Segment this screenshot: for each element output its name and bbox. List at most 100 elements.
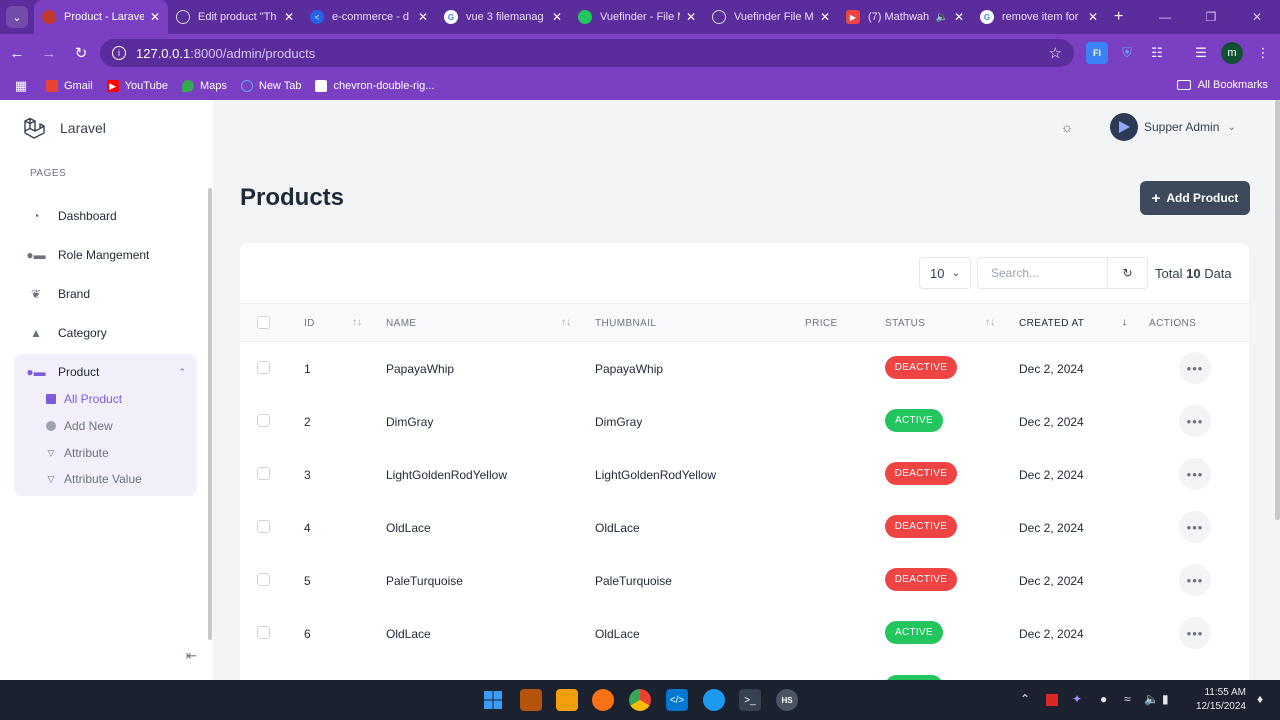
row-checkbox[interactable]	[257, 361, 270, 374]
select-all-checkbox[interactable]	[257, 316, 270, 329]
column-header-status[interactable]: STATUS	[885, 318, 925, 329]
tray-app-icon[interactable]	[1046, 694, 1058, 706]
windows-start-icon[interactable]	[482, 689, 504, 711]
all-bookmarks[interactable]: All Bookmarks	[1176, 79, 1268, 91]
sort-icon[interactable]: ↑↓	[985, 317, 995, 328]
forward-arrow-icon[interactable]: →	[34, 38, 64, 68]
sidebar-subitem-attribute-value[interactable]: ▽ Attribute Value	[46, 468, 142, 490]
per-page-select[interactable]: 10 ⌄	[919, 257, 971, 289]
sidebar-item-role-management[interactable]: ●▬ Role Mangement	[20, 239, 196, 271]
speaker-icon[interactable]: 🔈	[935, 12, 947, 23]
browser-tab-6[interactable]: Vuefinder File M ✕	[704, 0, 838, 34]
reload-icon[interactable]: ↻	[66, 38, 96, 68]
notification-bell-icon[interactable]: ♦	[1257, 692, 1263, 706]
browser-tab-7[interactable]: ▶ (7) Mathwah 🔈 ✕	[838, 0, 972, 34]
close-tab-icon[interactable]: ✕	[418, 10, 428, 24]
user-menu[interactable]: Supper Admin ⌄	[1110, 113, 1236, 141]
browser-tab-4[interactable]: G vue 3 filemanag ✕	[436, 0, 570, 34]
minimize-icon[interactable]: —	[1142, 0, 1188, 34]
firefox-icon[interactable]	[592, 689, 614, 711]
sidebar-scrollbar[interactable]	[208, 188, 212, 640]
browser-tab-8[interactable]: G remove item for ✕	[972, 0, 1106, 34]
row-checkbox[interactable]	[257, 626, 270, 639]
sidebar-subitem-add-new[interactable]: Add New	[46, 415, 113, 437]
browser-tab-2[interactable]: Edit product "Th ✕	[168, 0, 302, 34]
bookmark-gmail[interactable]: Gmail	[46, 80, 93, 92]
row-actions-button[interactable]: •••	[1179, 617, 1211, 649]
profile-avatar[interactable]: m	[1221, 42, 1243, 64]
search-input[interactable]	[977, 257, 1108, 289]
volume-icon[interactable]: 🔈	[1144, 692, 1159, 706]
sidebar-item-category[interactable]: ▲ Category	[20, 317, 196, 349]
shield-extension-icon[interactable]: ⛨	[1116, 42, 1138, 64]
hs-app-icon[interactable]: HS	[776, 689, 798, 711]
microphone-icon[interactable]: ●	[1100, 692, 1107, 706]
row-actions-button[interactable]: •••	[1179, 352, 1211, 384]
apps-grid-icon[interactable]: ▦	[6, 78, 36, 94]
sidebar-item-dashboard[interactable]: ◔ Dashboard	[20, 200, 196, 232]
refresh-button[interactable]: ↻	[1107, 257, 1148, 289]
chevron-up-icon[interactable]: ⌃	[1020, 692, 1030, 706]
sidebar-item-brand[interactable]: ❦ Brand	[20, 278, 196, 310]
new-tab-plus-icon[interactable]: +	[1114, 8, 1123, 26]
column-header-id[interactable]: ID	[304, 318, 315, 329]
row-checkbox[interactable]	[257, 520, 270, 533]
sun-theme-icon[interactable]: ☼	[1058, 118, 1076, 136]
chrome-icon[interactable]	[629, 689, 651, 711]
close-tab-icon[interactable]: ✕	[820, 10, 830, 24]
file-explorer-icon[interactable]	[556, 689, 578, 711]
page-scrollbar[interactable]	[1275, 100, 1280, 520]
row-checkbox[interactable]	[257, 467, 270, 480]
extension-fl-icon[interactable]: Fl	[1086, 42, 1108, 64]
bookmark-chevron[interactable]: chevron-double-rig...	[315, 80, 434, 92]
row-checkbox[interactable]	[257, 573, 270, 586]
column-header-created-at[interactable]: CREATED AT	[1019, 318, 1084, 329]
battery-icon[interactable]: ▮	[1162, 692, 1169, 706]
browser-tab-5[interactable]: Vuefinder - File M ✕	[570, 0, 704, 34]
close-tab-icon[interactable]: ✕	[954, 10, 964, 24]
column-header-name[interactable]: NAME	[386, 318, 417, 329]
bookmark-youtube[interactable]: ▶ YouTube	[106, 80, 168, 92]
tab-search-chevron-icon[interactable]: ⌄	[6, 6, 28, 28]
wifi-icon[interactable]: ≈	[1124, 692, 1131, 706]
close-tab-icon[interactable]: ✕	[1088, 10, 1098, 24]
site-info-icon[interactable]: i	[112, 46, 126, 60]
row-checkbox[interactable]	[257, 414, 270, 427]
close-window-icon[interactable]: ✕	[1234, 0, 1280, 34]
browser-tab-3[interactable]: < e-commerce - d ✕	[302, 0, 436, 34]
row-actions-button[interactable]: •••	[1179, 511, 1211, 543]
add-product-button[interactable]: + Add Product	[1140, 181, 1250, 215]
row-actions-button[interactable]: •••	[1179, 458, 1211, 490]
sort-desc-icon[interactable]: ↓	[1122, 317, 1127, 328]
address-bar[interactable]: i 127.0.0.1:8000/admin/products ☆	[100, 39, 1074, 67]
sidebar-item-product[interactable]: ●▬ Product ⌃	[20, 356, 196, 388]
browser-tab-1[interactable]: Product - Laravel ✕	[34, 0, 168, 34]
close-tab-icon[interactable]: ✕	[150, 10, 160, 24]
close-tab-icon[interactable]: ✕	[686, 10, 696, 24]
feather-icon[interactable]: ✦	[1072, 692, 1082, 706]
close-tab-icon[interactable]: ✕	[552, 10, 562, 24]
maximize-icon[interactable]: ❐	[1188, 0, 1234, 34]
vscode-icon[interactable]: </>	[666, 689, 688, 711]
collapse-sidebar-icon[interactable]: ⇤	[186, 648, 197, 664]
paint-app-icon[interactable]	[520, 689, 542, 711]
system-clock[interactable]: 11:55 AM 12/15/2024	[1180, 686, 1246, 714]
terminal-icon[interactable]: >_	[739, 689, 761, 711]
reading-list-icon[interactable]: ☰	[1190, 42, 1212, 64]
sidebar-subitem-all-product[interactable]: All Product	[46, 388, 122, 410]
bookmark-new-tab[interactable]: New Tab	[240, 80, 301, 92]
sort-icon[interactable]: ↑↓	[561, 317, 571, 328]
close-tab-icon[interactable]: ✕	[284, 10, 294, 24]
row-actions-button[interactable]: •••	[1179, 405, 1211, 437]
app-icon[interactable]	[703, 689, 725, 711]
bookmark-star-icon[interactable]: ☆	[1049, 44, 1062, 62]
puzzle-extensions-icon[interactable]: ☷	[1146, 42, 1168, 64]
more-menu-icon[interactable]: ⋮	[1252, 42, 1274, 64]
chevron-up-icon[interactable]: ⌃	[178, 367, 186, 378]
sort-icon[interactable]: ↑↓	[352, 317, 362, 328]
row-actions-button[interactable]: •••	[1179, 564, 1211, 596]
back-arrow-icon[interactable]: ←	[2, 38, 32, 68]
sidebar-subitem-attribute[interactable]: ▽ Attribute	[46, 442, 109, 464]
bookmark-maps[interactable]: Maps	[181, 80, 227, 92]
logo[interactable]: Laravel	[22, 116, 106, 140]
